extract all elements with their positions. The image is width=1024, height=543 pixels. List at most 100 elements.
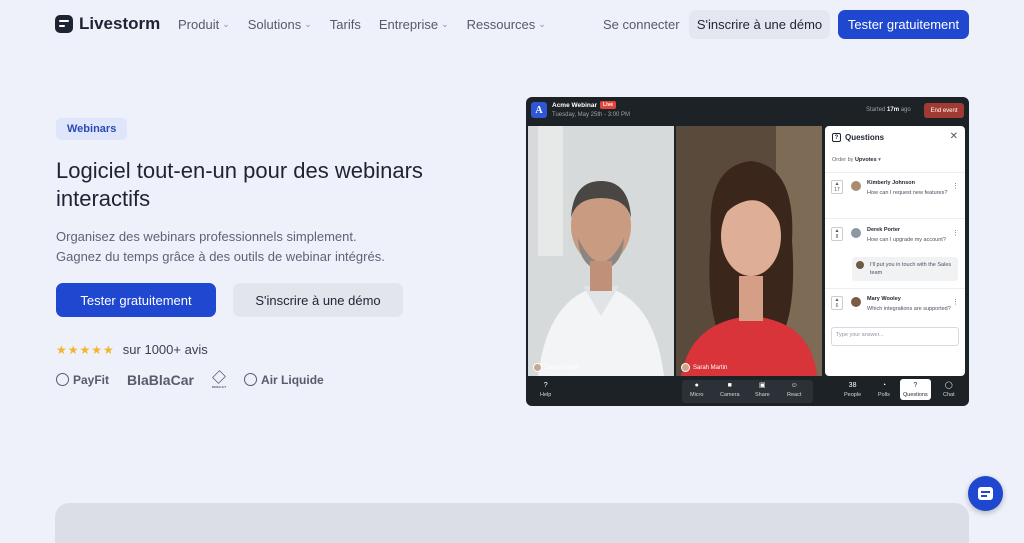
control-label: People xyxy=(844,392,862,398)
payfit-logo: PayFit xyxy=(56,373,109,387)
help-button[interactable]: ? Help xyxy=(540,381,551,398)
close-icon[interactable]: ✕ xyxy=(950,131,958,142)
divider xyxy=(825,218,965,219)
divider xyxy=(825,172,965,173)
polls-button[interactable]: ◔ Polls xyxy=(878,381,890,398)
login-link[interactable]: Se connecter xyxy=(603,17,680,32)
chat-icon xyxy=(978,487,993,500)
react-button[interactable]: ☺ React xyxy=(787,381,801,398)
menu-item-ressources[interactable]: Ressources ⌄ xyxy=(467,17,546,32)
event-started: Started 17m ago xyxy=(866,107,911,113)
question-text: How can I request new features? xyxy=(867,190,948,196)
live-badge: Live xyxy=(600,101,617,109)
livestorm-logo-icon xyxy=(55,15,73,33)
speaker-name: Sarah Martin xyxy=(693,364,728,371)
star-rating-icon: ★★★★★ xyxy=(56,342,115,357)
airliquide-icon xyxy=(244,373,258,386)
questions-icon: ? xyxy=(913,382,918,389)
vote-count: 8 xyxy=(835,234,839,240)
started-suffix: ago xyxy=(900,107,911,113)
avatar xyxy=(851,297,861,307)
hero-title: Logiciel tout-en-un pour des webinars in… xyxy=(56,158,423,211)
order-value: Upvotes xyxy=(854,157,877,163)
questions-button[interactable]: ? Questions xyxy=(900,379,931,400)
logo-label: RENAULT xyxy=(211,385,227,389)
menu-label: Produit xyxy=(178,17,220,32)
panel-title-text: Questions xyxy=(845,133,885,142)
webinar-app-preview: A Acme Webinar Live Tuesday, May 25th - 3… xyxy=(526,97,969,406)
blablacar-logo: BlaBlaCar xyxy=(127,372,194,388)
upvote-button[interactable]: ▲ 8 xyxy=(831,227,843,241)
more-icon[interactable]: ⋮ xyxy=(952,182,959,190)
speaker-avatar xyxy=(681,363,690,372)
menu-label: Ressources xyxy=(466,17,536,32)
event-date: Tuesday, May 25th - 3:00 PM xyxy=(552,112,631,118)
control-label: React xyxy=(787,392,802,398)
speaker-name-tag: Sarah Martin xyxy=(681,363,727,372)
rating-text: sur 1000+ avis xyxy=(122,342,208,357)
question-text: Which integrations are supported? xyxy=(867,306,951,312)
menu-label: Entreprise xyxy=(378,17,439,32)
menu-label: Tarifs xyxy=(329,17,361,32)
chevron-down-icon: ⌄ xyxy=(304,19,312,29)
payfit-icon xyxy=(56,373,69,386)
order-by[interactable]: Order by Upvotes ▾ xyxy=(832,157,881,163)
menu-item-produit[interactable]: Produit ⌄ xyxy=(178,17,230,32)
chat-icon: ◯ xyxy=(944,382,953,389)
order-prefix: Order by xyxy=(832,157,854,163)
airliquide-logo: Air Liquide xyxy=(244,373,324,387)
reply-text: I'll put you in touch with the Sales tea… xyxy=(870,262,952,276)
avatar xyxy=(851,181,861,191)
logo-label: PayFit xyxy=(73,372,110,387)
speaker-avatar xyxy=(533,363,542,372)
main-menu: Produit ⌄ Solutions ⌄ Tarifs Entreprise ⌄ R… xyxy=(178,17,546,32)
divider xyxy=(825,288,965,289)
customer-logos: PayFit BlaBlaCar RENAULT Air Liquide xyxy=(56,370,324,389)
control-label: Chat xyxy=(943,392,955,398)
room-avatar: A xyxy=(531,102,547,118)
speaker-video: Sarah Martin xyxy=(676,126,822,376)
question-text: How can I upgrade my account? xyxy=(867,237,946,243)
menu-item-entreprise[interactable]: Entreprise ⌄ xyxy=(379,17,449,32)
menu-label: Solutions xyxy=(247,17,302,32)
emoji-icon: ☺ xyxy=(790,382,798,389)
category-badge: Webinars xyxy=(56,118,128,140)
questions-icon: ? xyxy=(832,133,841,142)
app-controls: ? Help ● Micro ■ Camera ▣ Share ☺ React 38 Peo… xyxy=(526,377,969,406)
support-chat-button[interactable] xyxy=(968,476,1003,511)
more-icon[interactable]: ⋮ xyxy=(952,229,959,237)
upvote-button[interactable]: ▲ 17 xyxy=(831,180,843,194)
rating: ★★★★★ sur 1000+ avis xyxy=(56,342,208,357)
share-button[interactable]: ▣ Share xyxy=(755,381,770,398)
control-label: Help xyxy=(540,392,552,398)
people-button[interactable]: 38 People xyxy=(844,381,861,398)
brand-logo[interactable]: Livestorm xyxy=(55,14,160,34)
camera-button[interactable]: ■ Camera xyxy=(720,381,740,398)
logo-label: Air Liquide xyxy=(261,372,324,387)
avatar xyxy=(856,261,864,269)
brand-name: Livestorm xyxy=(79,14,161,33)
started-value: 17m xyxy=(887,107,900,113)
more-icon[interactable]: ⋮ xyxy=(952,298,959,306)
question-author: Derek Porter xyxy=(867,227,901,233)
upvote-button[interactable]: ▲ 6 xyxy=(831,296,843,310)
menu-item-tarifs[interactable]: Tarifs xyxy=(330,17,361,32)
help-icon: ? xyxy=(543,382,548,389)
speaker-name: Daniel Smith xyxy=(545,364,580,371)
end-event-button[interactable]: End event xyxy=(924,103,964,118)
answer-input[interactable]: Type your answer... xyxy=(831,327,959,346)
chevron-down-icon: ⌄ xyxy=(441,19,449,29)
control-label: Camera xyxy=(720,392,740,398)
microphone-icon: ● xyxy=(694,382,699,389)
menu-item-solutions[interactable]: Solutions ⌄ xyxy=(248,17,312,32)
micro-button[interactable]: ● Micro xyxy=(690,381,703,398)
speaker-name-tag: Daniel Smith xyxy=(533,363,579,372)
chat-button[interactable]: ◯ Chat xyxy=(943,381,955,398)
book-demo-button[interactable]: S'inscrire à une démo xyxy=(233,283,403,317)
question-reply: I'll put you in touch with the Sales tea… xyxy=(852,257,958,281)
control-label: Polls xyxy=(878,392,890,398)
hero-subtitle-line: Gagnez du temps grâce à des outils de we… xyxy=(56,249,385,264)
nav-demo-button[interactable]: S'inscrire à une démo xyxy=(689,10,830,39)
try-free-button[interactable]: Tester gratuitement xyxy=(56,283,216,317)
nav-try-free-button[interactable]: Tester gratuitement xyxy=(838,10,969,39)
